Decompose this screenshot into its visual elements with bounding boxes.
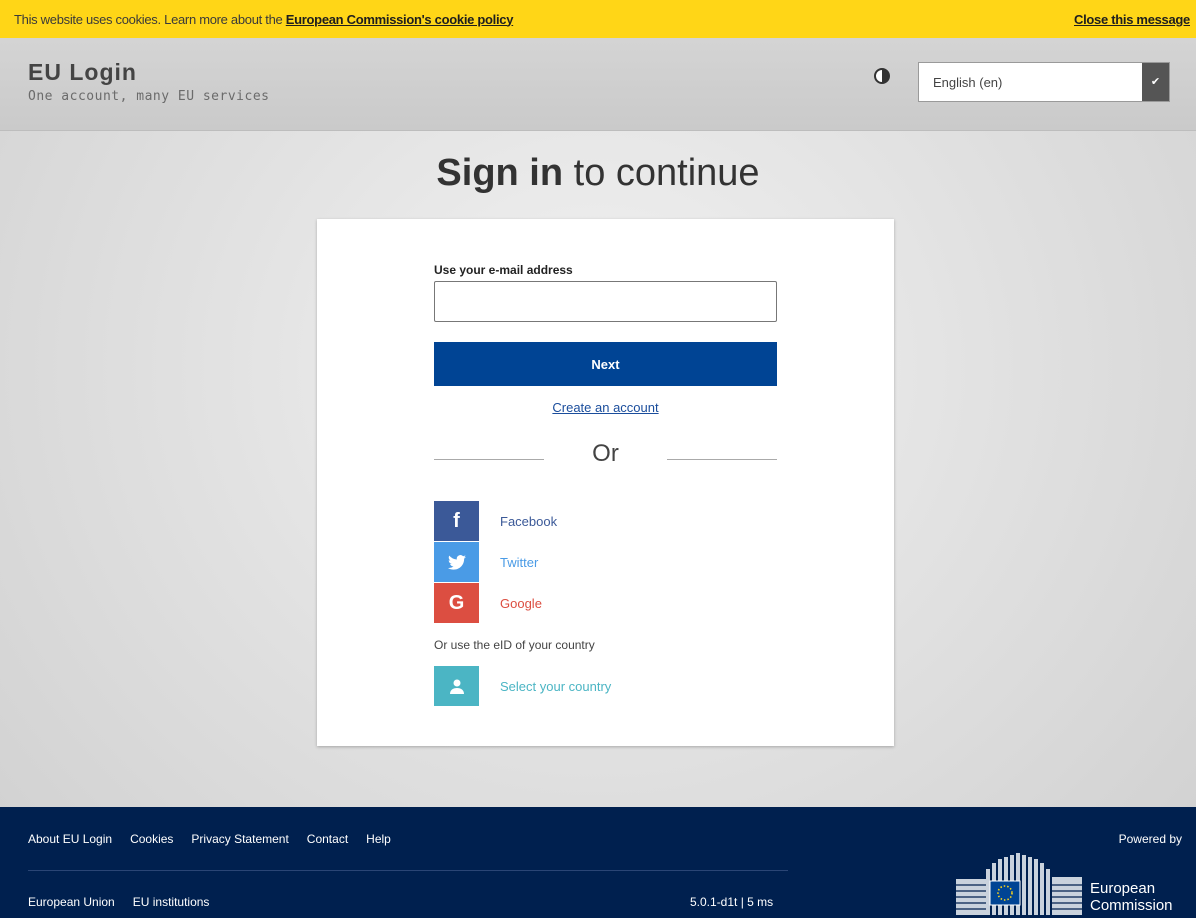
cookie-banner: This website uses cookies. Learn more ab… (0, 0, 1196, 38)
twitter-icon (434, 542, 479, 582)
google-label: Google (500, 595, 542, 611)
page-title-rest: to continue (573, 152, 760, 194)
page-title-bold: Sign in (436, 152, 564, 194)
footer-link-contact[interactable]: Contact (307, 832, 348, 846)
select-country-label: Select your country (500, 678, 612, 694)
create-account-link[interactable]: Create an account (434, 400, 777, 415)
european-commission-text: European Commission (1090, 880, 1173, 914)
site-title: EU Login (28, 59, 137, 85)
user-icon (434, 666, 479, 706)
footer-bottom-links: European Union EU institutions (28, 895, 227, 909)
site-footer: About EU Login Cookies Privacy Statement… (0, 807, 1196, 918)
footer-link-help[interactable]: Help (366, 832, 391, 846)
eid-label: Or use the eID of your country (434, 638, 595, 652)
or-text: Or (592, 440, 619, 467)
site-subtitle: One account, many EU services (28, 89, 270, 104)
facebook-login-button[interactable]: f Facebook (434, 501, 734, 541)
page-title: Sign in to continue (0, 152, 1196, 195)
cookie-policy-link[interactable]: European Commission's cookie policy (286, 12, 514, 27)
footer-link-about[interactable]: About EU Login (28, 832, 112, 846)
footer-link-cookies[interactable]: Cookies (130, 832, 173, 846)
email-label: Use your e-mail address (434, 263, 573, 277)
google-login-button[interactable]: G Google (434, 583, 734, 623)
next-button[interactable]: Next (434, 342, 777, 386)
footer-links: About EU Login Cookies Privacy Statement… (28, 832, 409, 846)
footer-link-privacy[interactable]: Privacy Statement (191, 832, 288, 846)
language-value: English (en) (933, 75, 1003, 90)
version-text: 5.0.1-d1t | 5 ms (690, 895, 774, 909)
select-country-button[interactable]: Select your country (434, 666, 734, 706)
or-divider: Or (434, 440, 777, 470)
twitter-login-button[interactable]: Twitter (434, 542, 734, 582)
close-cookie-message-link[interactable]: Close this message (1074, 12, 1190, 27)
chevron-down-icon[interactable]: ✔ (1142, 63, 1169, 101)
footer-divider (28, 870, 788, 871)
ec-line-1: European (1090, 880, 1156, 897)
contrast-toggle-icon[interactable] (874, 68, 890, 84)
facebook-label: Facebook (500, 513, 558, 529)
facebook-icon: f (434, 501, 479, 541)
cookie-message: This website uses cookies. Learn more ab… (14, 12, 513, 27)
cookie-text: This website uses cookies. Learn more ab… (14, 11, 283, 27)
ec-line-2: Commission (1090, 897, 1173, 914)
twitter-label: Twitter (500, 554, 539, 570)
email-input[interactable] (434, 281, 777, 322)
google-icon: G (434, 583, 479, 623)
language-select[interactable]: English (en) ✔ (918, 62, 1170, 102)
login-card: Use your e-mail address Next Create an a… (317, 219, 894, 746)
divider-line-right (667, 459, 777, 460)
footer-link-eu-institutions[interactable]: EU institutions (133, 895, 210, 909)
footer-link-european-union[interactable]: European Union (28, 895, 115, 909)
powered-by-text: Powered by (1118, 832, 1182, 846)
